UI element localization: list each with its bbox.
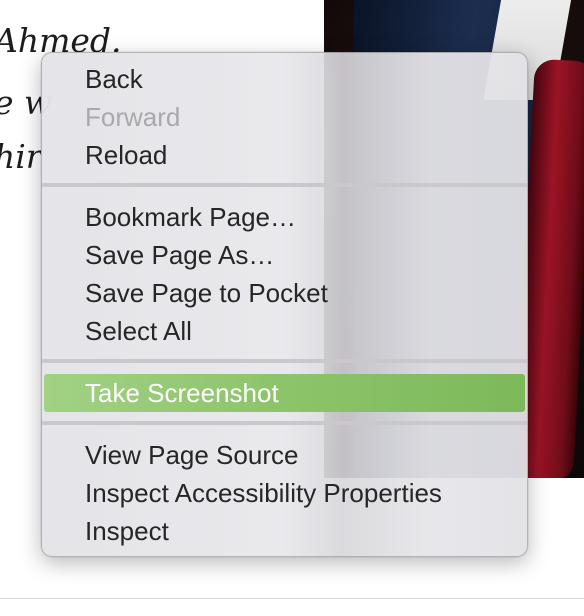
menu-item-select-all[interactable]: Select All — [42, 312, 527, 350]
menu-item-reload[interactable]: Reload — [42, 136, 527, 174]
page-divider — [0, 598, 584, 599]
menu-item-take-screenshot[interactable]: Take Screenshot — [44, 374, 525, 412]
background-text-line: hir — [0, 137, 42, 176]
context-menu: Back Forward Reload Bookmark Page… Save … — [41, 52, 528, 557]
menu-item-save-to-pocket[interactable]: Save Page to Pocket — [42, 274, 527, 312]
menu-item-forward: Forward — [85, 102, 181, 132]
menu-item-inspect[interactable]: Inspect — [42, 512, 527, 550]
menu-separator — [42, 359, 527, 363]
menu-item-view-page-source[interactable]: View Page Source — [42, 436, 527, 474]
menu-separator — [42, 421, 527, 425]
menu-item-inspect-accessibility[interactable]: Inspect Accessibility Properties — [42, 474, 527, 512]
menu-separator — [42, 183, 527, 187]
menu-item-bookmark-page[interactable]: Bookmark Page… — [42, 198, 527, 236]
menu-item-save-page-as[interactable]: Save Page As… — [42, 236, 527, 274]
menu-item-back[interactable]: Back — [42, 60, 527, 98]
